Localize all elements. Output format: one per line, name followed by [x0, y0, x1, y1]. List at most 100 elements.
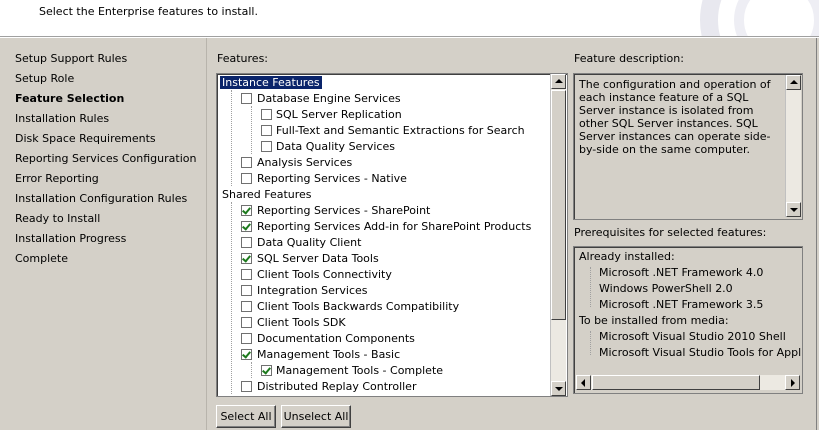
feature-text: Documentation Components	[257, 332, 415, 345]
prerequisite-item: Microsoft .NET Framework 3.5	[599, 298, 764, 311]
scroll-thumb[interactable]	[592, 375, 760, 390]
window-edge	[816, 38, 817, 430]
scroll-left-button[interactable]	[576, 375, 591, 390]
feature-label: Reporting Services Add-in for SharePoint…	[257, 219, 531, 235]
feature-checkbox[interactable]	[241, 285, 252, 296]
feature-label: SQL Server Replication	[276, 107, 402, 123]
description-text: The configuration and operation of each …	[579, 78, 771, 156]
feature-checkbox[interactable]	[261, 125, 272, 136]
feature-text: Reporting Services Add-in for SharePoint…	[257, 220, 532, 233]
feature-checkbox[interactable]	[241, 269, 252, 280]
scroll-thumb[interactable]	[551, 90, 566, 320]
feature-label: Instance Features	[220, 75, 322, 91]
feature-label: Management Tools - Basic	[257, 347, 400, 363]
features-tree[interactable]: Instance Features Database Engine Service…	[216, 73, 568, 397]
feature-text: Integration Services	[257, 284, 368, 297]
prerequisites-box: Already installed: Microsoft .NET Framewo…	[573, 246, 803, 394]
feature-tree-row[interactable]: Reporting Services - SharePoint	[217, 203, 547, 219]
feature-checkbox[interactable]	[261, 141, 272, 152]
feature-text: Reporting Services - Native	[257, 172, 407, 185]
feature-text: Analysis Services	[257, 156, 353, 169]
nav-step[interactable]: Error Reporting	[15, 171, 99, 187]
feature-tree-row[interactable]: SQL Server Replication	[217, 107, 547, 123]
description-vertical-scrollbar[interactable]	[785, 75, 801, 217]
feature-tree-row[interactable]: Management Tools - Complete	[217, 363, 547, 379]
nav-step[interactable]: Installation Progress	[15, 231, 126, 247]
scroll-up-button[interactable]	[551, 74, 566, 89]
feature-label: Reporting Services - Native	[257, 171, 407, 187]
nav-step[interactable]: Installation Rules	[15, 111, 109, 127]
prerequisite-item: Microsoft .NET Framework 4.0	[599, 266, 764, 279]
feature-checkbox[interactable]	[261, 365, 272, 376]
feature-checkbox[interactable]	[241, 253, 252, 264]
scroll-up-button[interactable]	[786, 75, 801, 90]
prerequisite-item: Microsoft Visual Studio Tools for Applic…	[599, 346, 802, 359]
feature-tree-row[interactable]: Data Quality Services	[217, 139, 547, 155]
feature-tree-row[interactable]: Client Tools Connectivity	[217, 267, 547, 283]
feature-checkbox[interactable]	[241, 333, 252, 344]
feature-tree-row[interactable]: Instance Features	[217, 75, 547, 91]
feature-label: Shared Features	[222, 187, 312, 203]
feature-checkbox[interactable]	[261, 109, 272, 120]
feature-label: Client Tools Connectivity	[257, 267, 392, 283]
scroll-right-button[interactable]	[785, 375, 800, 390]
feature-tree-row[interactable]: Analysis Services	[217, 155, 547, 171]
nav-step[interactable]: Setup Support Rules	[15, 51, 127, 67]
nav-step[interactable]: Ready to Install	[15, 211, 100, 227]
nav-step[interactable]: Feature Selection	[15, 91, 124, 107]
feature-label: Database Engine Services	[257, 91, 401, 107]
feature-checkbox[interactable]	[241, 317, 252, 328]
nav-step[interactable]: Reporting Services Configuration	[15, 151, 196, 167]
feature-tree-row[interactable]: Documentation Components	[217, 331, 547, 347]
unselect-all-button[interactable]: Unselect All	[281, 405, 351, 428]
feature-checkbox[interactable]	[241, 221, 252, 232]
features-label: Features:	[217, 52, 269, 65]
feature-label: Integration Services	[257, 283, 368, 299]
feature-text: Client Tools SDK	[257, 316, 346, 329]
feature-tree-row[interactable]: Shared Features	[217, 187, 547, 203]
feature-tree-row[interactable]: SQL Server Data Tools	[217, 251, 547, 267]
feature-label: Full-Text and Semantic Extractions for S…	[276, 123, 525, 139]
feature-checkbox[interactable]	[241, 173, 252, 184]
feature-text: SQL Server Data Tools	[257, 252, 379, 265]
feature-label: Client Tools Backwards Compatibility	[257, 299, 459, 315]
feature-checkbox[interactable]	[241, 157, 252, 168]
feature-text: Client Tools Connectivity	[257, 268, 392, 281]
tree-guide-line	[590, 267, 591, 307]
scroll-down-button[interactable]	[551, 381, 566, 396]
feature-checkbox[interactable]	[241, 93, 252, 104]
prerequisites-horizontal-scrollbar[interactable]	[576, 375, 800, 390]
prerequisite-group: Already installed:	[579, 250, 675, 263]
feature-checkbox[interactable]	[241, 205, 252, 216]
feature-tree-row[interactable]: Full-Text and Semantic Extractions for S…	[217, 123, 547, 139]
feature-checkbox[interactable]	[241, 301, 252, 312]
nav-step[interactable]: Setup Role	[15, 71, 74, 87]
feature-tree-row[interactable]: Data Quality Client	[217, 235, 547, 251]
features-vertical-scrollbar[interactable]	[550, 74, 566, 396]
feature-text: Shared Features	[222, 188, 312, 201]
feature-tree-row[interactable]: Distributed Replay Controller	[217, 379, 547, 395]
nav-step[interactable]: Installation Configuration Rules	[15, 191, 187, 207]
feature-tree-row[interactable]: Reporting Services - Native	[217, 171, 547, 187]
prerequisite-group: To be installed from media:	[579, 314, 729, 327]
nav-step[interactable]: Disk Space Requirements	[15, 131, 156, 147]
prerequisites-label: Prerequisites for selected features:	[574, 226, 767, 239]
feature-tree-row[interactable]: Client Tools Backwards Compatibility	[217, 299, 547, 315]
wizard-steps-nav: Setup Support Rules Setup Role Feature Sel…	[0, 38, 207, 430]
feature-tree-row[interactable]: Client Tools SDK	[217, 315, 547, 331]
header-banner: Select the Enterprise features to instal…	[0, 0, 819, 37]
feature-label: Data Quality Services	[276, 139, 395, 155]
feature-checkbox[interactable]	[241, 237, 252, 248]
scroll-down-button[interactable]	[786, 202, 801, 217]
feature-tree-row[interactable]: Database Engine Services	[217, 91, 547, 107]
nav-step[interactable]: Complete	[15, 251, 68, 267]
banner-decoration	[700, 0, 819, 36]
feature-checkbox[interactable]	[241, 349, 252, 360]
select-all-button[interactable]: Select All	[216, 405, 276, 428]
feature-tree-row[interactable]: Management Tools - Basic	[217, 347, 547, 363]
feature-text: Management Tools - Basic	[257, 348, 401, 361]
feature-text: Client Tools Backwards Compatibility	[257, 300, 460, 313]
feature-tree-row[interactable]: Reporting Services Add-in for SharePoint…	[217, 219, 547, 235]
feature-checkbox[interactable]	[241, 381, 252, 392]
feature-tree-row[interactable]: Integration Services	[217, 283, 547, 299]
